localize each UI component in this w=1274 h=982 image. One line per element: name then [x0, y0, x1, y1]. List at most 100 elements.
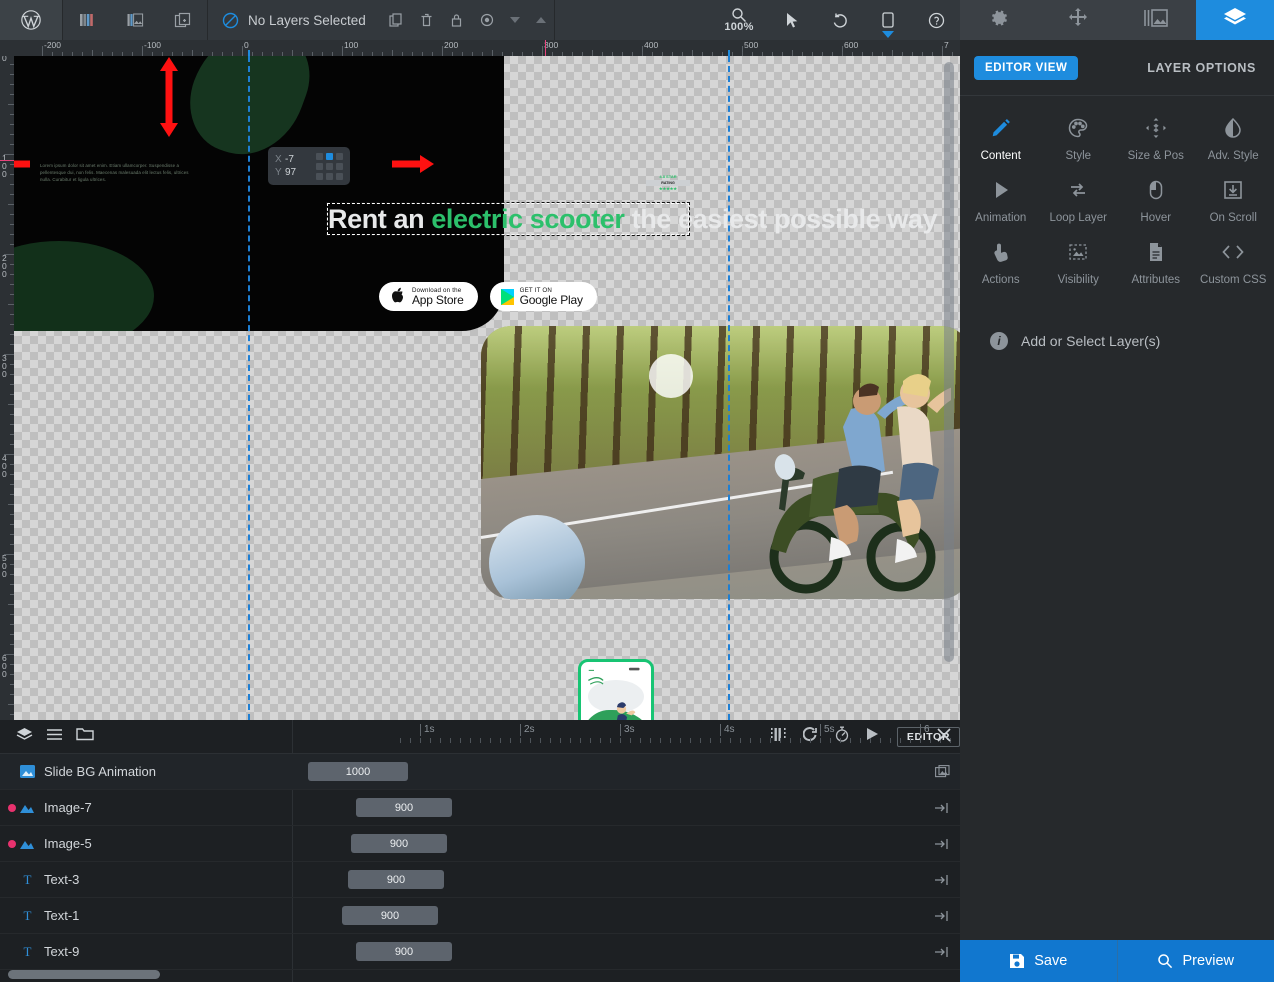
align-cell[interactable] — [336, 152, 343, 160]
module-options-icon[interactable] — [63, 0, 111, 40]
align-cell[interactable] — [336, 162, 343, 170]
option-animation[interactable]: Animation — [962, 172, 1040, 234]
preview-button[interactable]: Preview — [1116, 940, 1274, 982]
layer-record-dot[interactable] — [8, 948, 16, 956]
vertical-ruler[interactable]: 0 100 200 300 400 500 600 — [0, 40, 14, 720]
app-store-badge[interactable]: Download on the App Store — [379, 282, 478, 311]
option-style[interactable]: Style — [1040, 110, 1118, 172]
slide-options-icon[interactable] — [111, 0, 159, 40]
move-up-icon[interactable] — [528, 0, 554, 40]
option-visibility[interactable]: Visibility — [1040, 234, 1118, 296]
undo-icon[interactable] — [816, 0, 864, 40]
ruler-tick — [10, 394, 14, 395]
decor-blob-2 — [14, 241, 154, 331]
timeline-row[interactable]: Slide BG Animation 1000 — [0, 754, 960, 790]
close-icon[interactable] — [936, 727, 952, 748]
align-cell[interactable] — [326, 172, 333, 180]
google-play-badge[interactable]: GET IT ON Google Play — [489, 282, 597, 311]
timeline-bar[interactable]: 900 — [351, 834, 447, 853]
help-icon[interactable] — [912, 0, 960, 40]
timeline-tick — [640, 738, 641, 743]
layer-record-dot[interactable] — [8, 768, 16, 776]
option-adv-style[interactable]: Adv. Style — [1195, 110, 1273, 172]
save-button[interactable]: Save — [960, 940, 1117, 982]
timeline-track[interactable]: 900 — [292, 862, 960, 897]
layer-record-dot[interactable] — [8, 876, 16, 884]
timeline-track[interactable]: 1000 — [292, 754, 960, 789]
align-cell[interactable] — [336, 172, 343, 180]
zoom-control[interactable]: 100% — [710, 0, 768, 40]
option-label: Hover — [1140, 212, 1172, 224]
align-cell[interactable] — [326, 162, 333, 170]
timeline-row[interactable]: Image-7 900 — [0, 790, 960, 826]
ruler-tick — [8, 704, 14, 705]
wordpress-logo[interactable] — [0, 0, 62, 40]
visibility-layer-icon[interactable] — [472, 0, 502, 40]
option-on-scroll[interactable]: On Scroll — [1195, 172, 1273, 234]
duplicate-layer-icon[interactable] — [380, 0, 412, 40]
layers-icon[interactable] — [16, 727, 33, 747]
option-label: Attributes — [1131, 274, 1181, 286]
align-cell[interactable] — [326, 152, 333, 160]
timeline-row[interactable]: T Text-1 900 — [0, 898, 960, 934]
option-loop-layer[interactable]: Loop Layer — [1040, 172, 1118, 234]
option-attributes[interactable]: Attributes — [1117, 234, 1195, 296]
option-hover[interactable]: Hover — [1117, 172, 1195, 234]
tab-module-settings[interactable] — [960, 0, 1039, 40]
option-content[interactable]: Content — [962, 110, 1040, 172]
scooter-photo-layer[interactable] — [481, 326, 960, 599]
align-cell[interactable] — [316, 162, 323, 170]
phone-mockup-layer[interactable] — [578, 659, 654, 720]
timeline-row[interactable]: T Text-9 900 — [0, 934, 960, 970]
timeline-bar[interactable]: 900 — [356, 798, 452, 817]
timeline-bar[interactable]: 1000 — [308, 762, 408, 781]
timeline-bar[interactable]: 900 — [356, 942, 452, 961]
folder-icon[interactable] — [76, 727, 94, 746]
option-custom-css[interactable]: Custom CSS — [1195, 234, 1273, 296]
timeline-ruler[interactable]: 1s 2s 3s 4s 5s 6 — [390, 720, 981, 754]
timeline-bar[interactable]: 900 — [342, 906, 438, 925]
align-cell[interactable] — [316, 172, 323, 180]
alignment-grid[interactable] — [316, 152, 343, 180]
layer-record-dot[interactable] — [8, 803, 16, 812]
cursor-icon[interactable] — [768, 0, 816, 40]
horizontal-ruler[interactable]: -200 -100 0 100 200 300 400 500 600 7 — [0, 40, 960, 56]
guide-left[interactable] — [248, 56, 250, 720]
timeline-row[interactable]: T Text-3 900 — [0, 862, 960, 898]
layer-record-dot[interactable] — [8, 912, 16, 920]
canvas-vertical-scrollbar[interactable] — [944, 62, 954, 662]
editor-view-button[interactable]: EDITOR VIEW — [974, 55, 1079, 80]
timeline-track[interactable]: 900 — [292, 826, 960, 861]
position-values: X -7 Y 97 — [275, 153, 296, 179]
timeline-bar[interactable]: 900 — [348, 870, 444, 889]
timeline-horizontal-scrollbar[interactable] — [8, 970, 160, 979]
timeline-track[interactable]: 900 — [292, 790, 960, 825]
tab-layers[interactable] — [1195, 0, 1274, 40]
timeline-tick — [780, 738, 781, 743]
timeline-row[interactable]: Image-5 900 — [0, 826, 960, 862]
ruler-tick — [10, 144, 14, 145]
tab-slide-settings[interactable] — [1038, 0, 1117, 40]
option-actions[interactable]: Actions — [962, 234, 1040, 296]
option-size-pos[interactable]: Size & Pos — [1117, 110, 1195, 172]
timeline-tick — [580, 738, 581, 743]
timeline-track[interactable]: 900 — [292, 934, 960, 969]
layer-selection-box[interactable] — [326, 202, 690, 236]
list-icon[interactable] — [46, 728, 63, 746]
align-cell[interactable] — [316, 152, 323, 160]
tab-slides[interactable] — [1117, 0, 1196, 40]
layer-record-dot[interactable] — [8, 839, 16, 848]
timeline-track[interactable]: 900 — [292, 898, 960, 933]
move-down-icon[interactable] — [502, 0, 528, 40]
slide-canvas[interactable]: Lorem ipsum dolor sit amet enim. Etiam u… — [14, 56, 960, 720]
layer-options-button[interactable]: LAYER OPTIONS — [1147, 61, 1260, 75]
add-slide-icon[interactable] — [159, 0, 207, 40]
delete-layer-icon[interactable] — [412, 0, 442, 40]
ruler-tick — [10, 564, 14, 565]
guide-right[interactable] — [728, 56, 730, 720]
timeline-track[interactable] — [292, 970, 960, 982]
lock-layer-icon[interactable] — [442, 0, 472, 40]
ruler-tick — [10, 324, 14, 325]
text-icon: T — [16, 909, 38, 922]
device-preview-icon[interactable] — [864, 0, 912, 40]
